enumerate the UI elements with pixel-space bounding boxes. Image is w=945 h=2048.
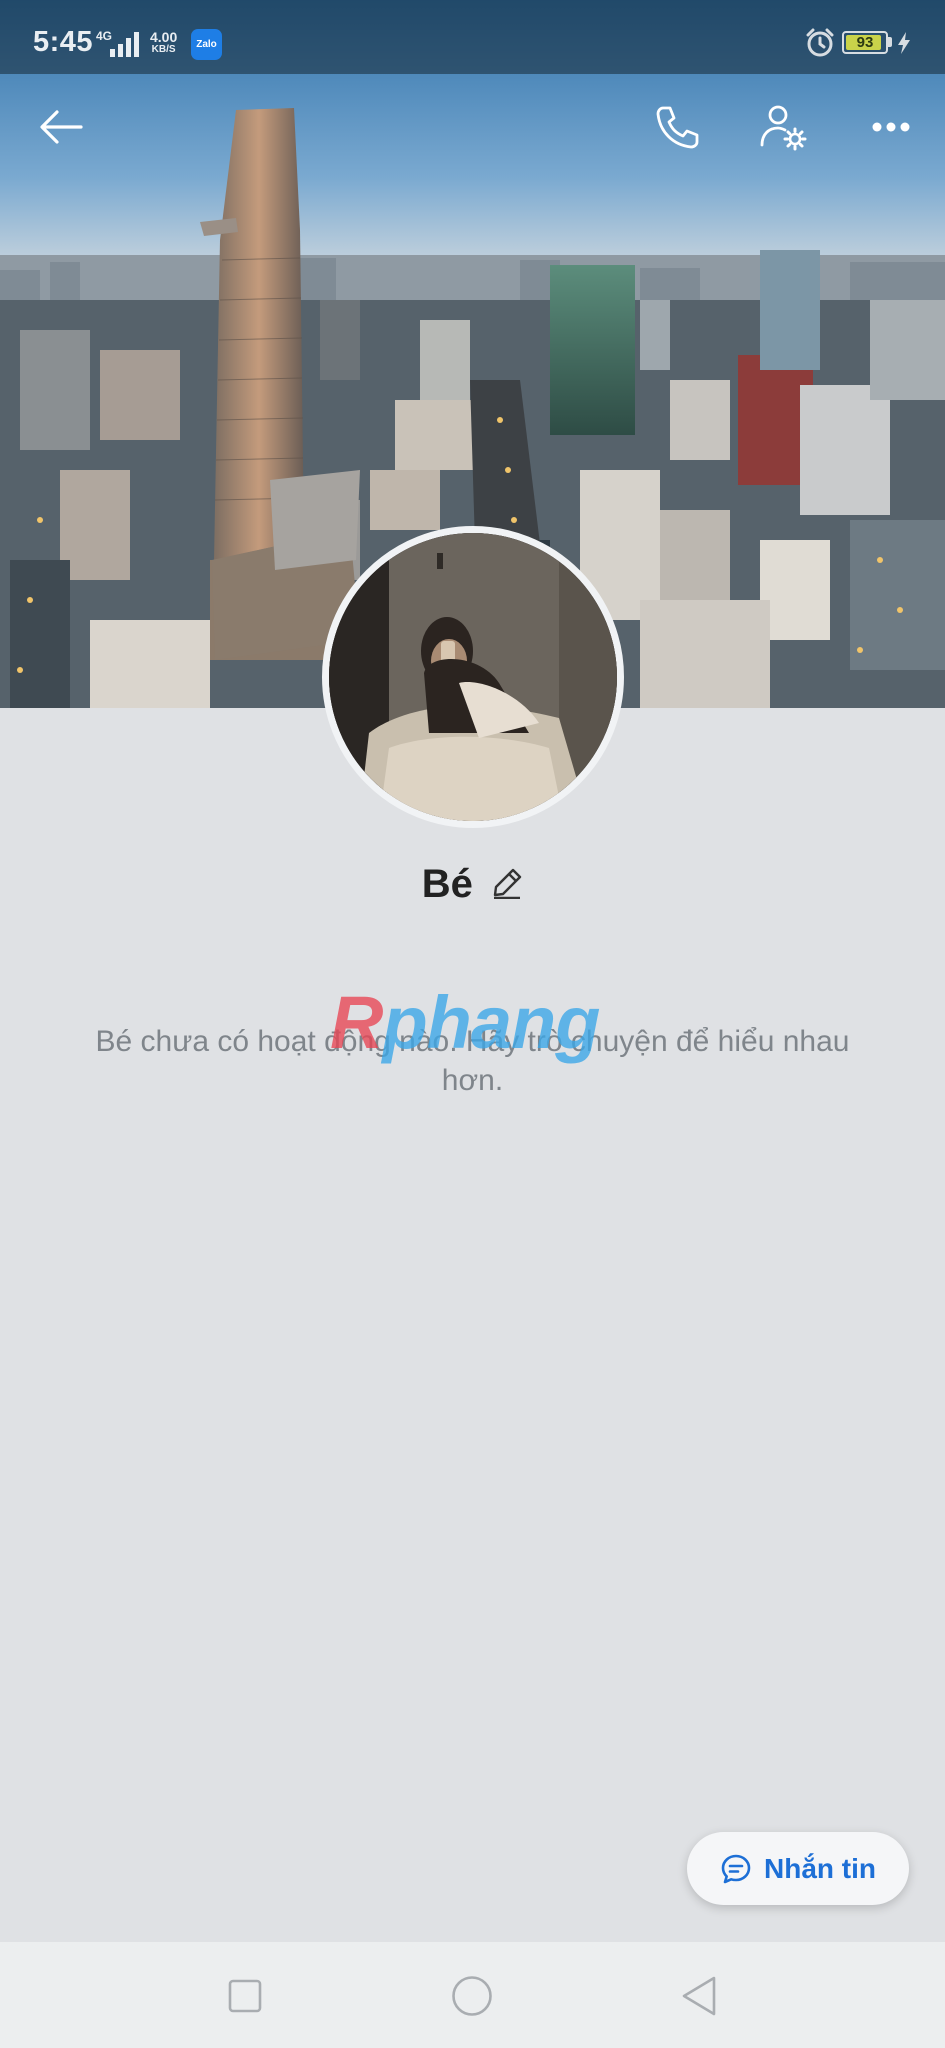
system-back-button[interactable] — [672, 1969, 726, 2023]
zalo-app-icon: Zalo — [191, 29, 222, 60]
send-message-label: Nhắn tin — [764, 1852, 876, 1884]
battery-icon: 93 — [842, 31, 888, 54]
watermark-logo: Rphang — [330, 980, 600, 1065]
back-arrow-icon — [40, 110, 83, 144]
profile-avatar[interactable] — [322, 526, 624, 828]
battery-level-text: 93 — [856, 34, 874, 51]
back-button[interactable] — [26, 92, 96, 162]
more-options-icon — [872, 122, 910, 132]
signal-icon — [110, 32, 139, 57]
charging-icon — [898, 32, 910, 54]
call-button[interactable] — [642, 92, 712, 162]
avatar-photo — [329, 533, 617, 821]
watermark-rest: phang — [382, 981, 600, 1064]
phone-call-icon — [656, 106, 699, 149]
home-icon — [452, 1976, 492, 2016]
alarm-icon — [806, 28, 834, 57]
more-options-button[interactable] — [856, 92, 926, 162]
system-navigation-bar — [0, 1942, 945, 2048]
send-message-button[interactable]: Nhắn tin — [687, 1832, 909, 1905]
recent-apps-button[interactable] — [218, 1969, 272, 2023]
network-speed-unit: KB/S — [151, 44, 176, 55]
network-speed-value: 4.00 — [150, 29, 178, 45]
recent-apps-icon — [228, 1979, 262, 2013]
home-button[interactable] — [445, 1969, 499, 2023]
profile-name-row: Bé — [0, 862, 945, 912]
clock-time: 5:45 — [33, 26, 94, 58]
edit-name-button[interactable] — [491, 867, 523, 904]
chat-bubble-icon — [721, 1854, 751, 1883]
back-triangle-icon — [682, 1976, 716, 2016]
profile-name: Bé — [421, 862, 473, 906]
pencil-edit-icon — [494, 868, 522, 900]
profile-settings-button[interactable] — [748, 92, 818, 162]
watermark-first-letter: R — [330, 981, 383, 1064]
status-bar: 5:45 4G 4.00 KB/S Zalo 93 — [0, 0, 945, 74]
battery-tip — [888, 37, 892, 47]
profile-settings-icon — [760, 105, 807, 151]
network-speed: 4.00 KB/S — [150, 30, 177, 55]
